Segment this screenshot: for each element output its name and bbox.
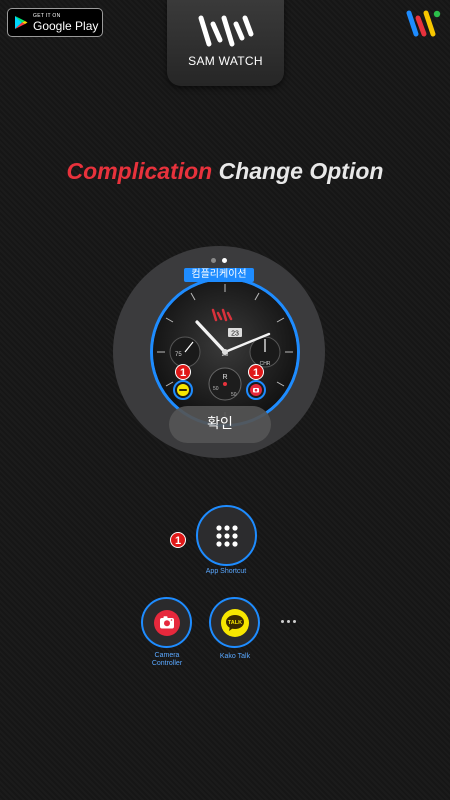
complication-slot-right[interactable] [246,380,266,400]
camera-controller-label-line2: Controller [151,660,183,668]
app-shortcut-button[interactable] [196,505,257,566]
kakao-talk-icon [177,384,189,396]
app-shortcut-badge: 1 [170,532,186,548]
page-heading: Complication Change Option [0,158,450,185]
more-dots-icon[interactable] [281,620,296,623]
kakao-icon-text: TALK [227,620,241,626]
left-subdial-value: 75 [175,352,182,358]
google-play-icon [15,16,28,29]
complication-badge-left: 1 [175,364,191,380]
more-dot [281,620,284,623]
heading-text: Change Option [218,158,384,184]
date-value: 23 [231,331,239,338]
camera-controller-label: Camera Controller [131,652,203,669]
kakao-talk-label: Kako Talk [219,653,251,660]
complication-slot-left[interactable] [173,380,193,400]
kakao-talk-icon: TALK [220,608,249,637]
watch-face[interactable]: 23 75 CHR 25 R 50 50 [150,277,300,427]
brand-name: SAM WATCH [188,54,263,68]
badge-small-text: GET IT ON [33,12,61,19]
camera-controller-button[interactable] [141,597,192,648]
camera-controller-label-line1: Camera [154,652,180,659]
kakao-talk-button[interactable]: TALK [209,597,260,648]
watch-dial-graphic: 23 75 CHR 25 R 50 50 [153,280,297,424]
app-shortcut-label: App Shortcut [205,568,247,575]
google-play-badge[interactable]: GET IT ON Google Play [7,8,103,37]
grid-dots-icon [215,524,238,547]
more-dot [293,620,296,623]
page-dot-active [222,258,227,263]
badge-big-text: Google Play [33,18,99,33]
page-indicator [211,258,227,263]
lower-subdial-value-right: 50 [231,392,237,398]
complication-badge-right: 1 [248,364,264,380]
lower-subdial-value-left: 50 [213,386,219,392]
complication-tag: 컴플리케이션 [184,268,254,282]
sam-watch-logo-icon [198,15,253,47]
heading-highlight: Complication [66,158,213,184]
more-dot [287,620,290,623]
camera-icon [153,609,180,636]
developer-logo-icon [406,10,441,37]
confirm-button[interactable]: 확인 [169,406,271,443]
page-dot [211,258,216,263]
lower-subdial-label: R [222,374,227,381]
brand-logo-tab: SAM WATCH [167,0,284,86]
camera-icon [250,384,262,396]
